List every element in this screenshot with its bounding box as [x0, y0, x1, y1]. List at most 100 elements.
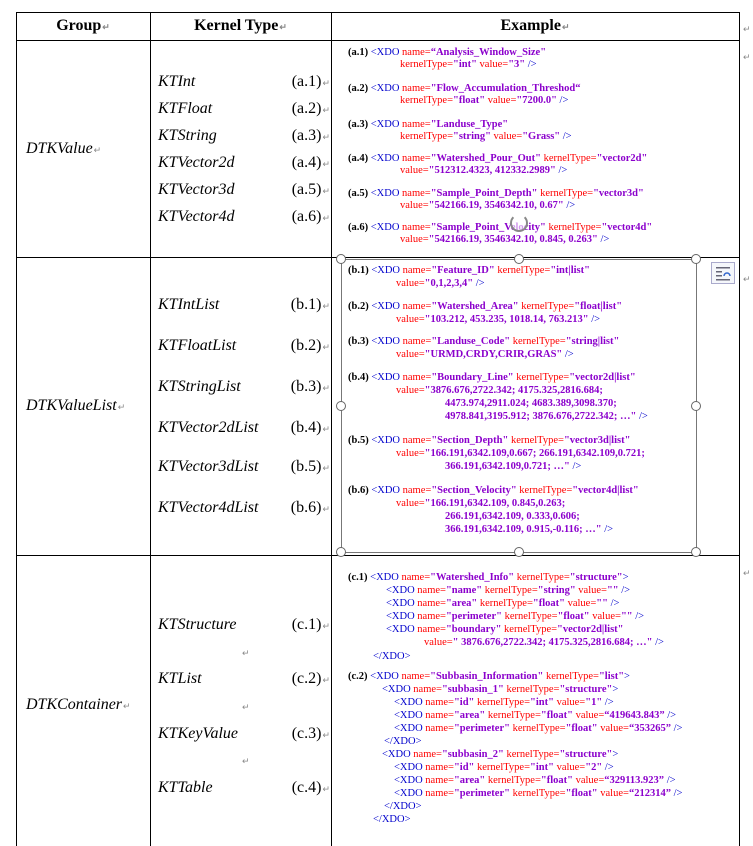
resize-handle-bottom-right[interactable] [691, 547, 701, 557]
kernel-name: KTFloat [158, 100, 213, 117]
image-selection-frame[interactable] [341, 259, 697, 553]
header-separator [16, 40, 739, 41]
resize-handle-top-right[interactable] [691, 254, 701, 264]
example-a2: (a.2) <XDO name="Flow_Accumulation_Thres… [348, 83, 581, 94]
kernel-label: (b.5)↵ [290, 458, 330, 475]
kernel-label: (a.5)↵ [291, 181, 330, 198]
paragraph-mark: ↵ [743, 274, 751, 284]
header-kernel-type: Kernel Type↵ [150, 12, 331, 40]
example-c1: (c.1) <XDO name="Watershed_Info" kernelT… [348, 572, 629, 583]
example-c2-child: <XDO name="id" kernelType="int" value="2… [394, 762, 614, 773]
group-name-dtkvalue: DTKValue↵ [16, 140, 160, 158]
example-c2-subbasin: <XDO name="subbasin_2" kernelType="struc… [382, 749, 619, 760]
group-name-text: DTKContainer [26, 696, 123, 713]
paragraph-mark: ↵ [242, 756, 250, 766]
example-c1-child-cont: value=" 3876.676,2722.342; 4175.325,2816… [424, 637, 664, 648]
example-a2-cont: kernelType="float" value="7200.0" /> [400, 95, 569, 106]
kernel-name: KTTable [158, 779, 213, 796]
row-separator-2 [16, 555, 739, 556]
paragraph-mark: ↵ [743, 24, 751, 34]
kernel-name: KTIntList [158, 296, 220, 313]
paragraph-mark: ↵ [743, 568, 751, 578]
example-a1: (a.1) <XDO name=“Analysis_Window_Size" [348, 47, 547, 58]
kernel-name: KTStructure [158, 616, 237, 633]
kernel-label: (a.4)↵ [291, 154, 330, 171]
example-a4: (a.4) <XDO name="Watershed_Pour_Out" ker… [348, 153, 648, 164]
example-c2-subbasin-close: </XDO> [384, 801, 422, 812]
example-c1-child: <XDO name="name" kernelType="string" val… [386, 585, 631, 596]
example-c1-child: <XDO name="boundary" kernelType="vector2… [386, 624, 624, 635]
example-c2-close: </XDO> [373, 814, 411, 825]
header-example: Example↵ [331, 12, 739, 40]
example-c2-child: <XDO name="area" kernelType="float" valu… [394, 775, 676, 786]
table-border-right [739, 12, 740, 846]
kernel-label: (c.1)↵ [291, 616, 330, 633]
kernel-label: (c.2)↵ [291, 670, 330, 687]
kernel-label: (b.1)↵ [290, 296, 330, 313]
kernel-name: KTKeyValue [158, 725, 238, 742]
resize-handle-right[interactable] [691, 401, 701, 411]
kernel-label: (a.3)↵ [291, 127, 330, 144]
example-c2-subbasin-close: </XDO> [384, 736, 422, 747]
kernel-name: KTString [158, 127, 217, 144]
table-border-left [16, 12, 17, 846]
resize-handle-top[interactable] [514, 254, 524, 264]
rotate-handle-icon[interactable] [510, 214, 528, 232]
kernel-name: KTVector4dList [158, 499, 259, 516]
kernel-label: (b.2)↵ [290, 337, 330, 354]
kernel-label: (b.4)↵ [290, 419, 330, 436]
kernel-label: (b.6)↵ [290, 499, 330, 516]
example-c1-close: </XDO> [373, 651, 411, 662]
column-separator-1 [150, 12, 151, 846]
kernel-name: KTInt [158, 73, 196, 90]
group-name-dtkcontainer: DTKContainer↵ [16, 696, 160, 714]
example-a6-cont: value="542166.19, 3546342.10, 0.845, 0.2… [400, 234, 610, 245]
group-name-text: DTKValue [26, 140, 93, 157]
resize-handle-top-left[interactable] [336, 254, 346, 264]
header-group: Group↵ [16, 12, 150, 40]
column-separator-2 [331, 12, 332, 846]
kernel-name: KTVector2d [158, 154, 235, 171]
paragraph-mark: ↵ [279, 22, 287, 32]
paragraph-mark: ↵ [242, 648, 250, 658]
example-c2-child: <XDO name="id" kernelType="int" value="1… [394, 697, 614, 708]
example-a6: (a.6) <XDO name="Sample_Point_Velocity" … [348, 222, 653, 233]
kernel-label: (a.2)↵ [291, 100, 330, 117]
resize-handle-bottom-left[interactable] [336, 547, 346, 557]
example-c2-subbasin: <XDO name="subbasin_1" kernelType="struc… [382, 684, 619, 695]
header-example-text: Example [500, 17, 561, 34]
kernel-type-table: Group↵ Kernel Type↵ Example↵ DTKValue↵ D… [16, 12, 751, 846]
resize-handle-left[interactable] [336, 401, 346, 411]
paragraph-mark: ↵ [117, 402, 126, 412]
group-name-text: DTKValueList [26, 397, 117, 414]
kernel-name: KTVector3d [158, 181, 235, 198]
example-a5-cont: value="542166.19, 3546342.10, 0.67" /> [400, 200, 576, 211]
paragraph-mark: ↵ [743, 52, 751, 62]
example-c2-child: <XDO name="perimeter" kernelType="float"… [394, 723, 683, 734]
example-c1-child: <XDO name="perimeter" kernelType="float"… [386, 611, 645, 622]
kernel-name: KTList [158, 670, 202, 687]
kernel-name: KTVector4d [158, 208, 235, 225]
example-c1-child: <XDO name="area" kernelType="float" valu… [386, 598, 620, 609]
kernel-label: (c.4)↵ [291, 779, 330, 796]
example-a5: (a.5) <XDO name="Sample_Point_Depth" ker… [348, 188, 644, 199]
header-kernel-type-text: Kernel Type [194, 17, 279, 34]
example-c2-child: <XDO name="perimeter" kernelType="float"… [394, 788, 683, 799]
kernel-label: (c.3)↵ [291, 725, 330, 742]
kernel-name: KTVector2dList [158, 419, 259, 436]
kernel-name: KTStringList [158, 378, 241, 395]
paragraph-mark: ↵ [561, 22, 570, 32]
example-a4-cont: value="512312.4323, 412332.2989" /> [400, 165, 568, 176]
header-group-text: Group [56, 17, 102, 34]
example-a1-cont: kernelType="int" value="3" /> [400, 59, 537, 70]
example-c2: (c.2) <XDO name="Subbasin_Information" k… [348, 671, 630, 682]
resize-handle-bottom[interactable] [514, 547, 524, 557]
kernel-name: KTVector3dList [158, 458, 259, 475]
example-a3: (a.3) <XDO name="Landuse_Type" [348, 119, 509, 130]
example-c2-child: <XDO name="area" kernelType="float" valu… [394, 710, 677, 721]
paragraph-mark: ↵ [123, 701, 131, 711]
kernel-label: (b.3)↵ [290, 378, 330, 395]
kernel-label: (a.1)↵ [291, 73, 330, 90]
group-name-dtkvaluelist: DTKValueList↵ [16, 397, 160, 415]
layout-options-icon[interactable] [711, 262, 735, 284]
